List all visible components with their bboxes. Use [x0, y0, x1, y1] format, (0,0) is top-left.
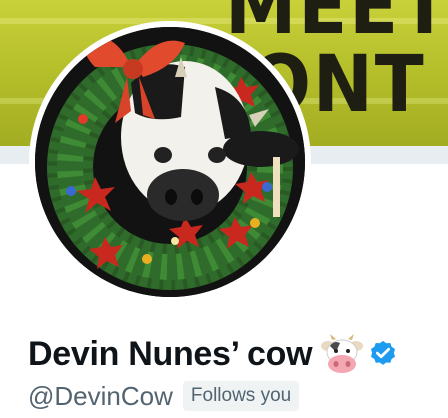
- cow-wreath-illustration: [35, 27, 305, 297]
- user-handle: @DevinCow: [28, 380, 173, 411]
- display-name: Devin Nunes’ cow: [28, 334, 313, 373]
- profile-name-row: Devin Nunes’ cow: [28, 332, 398, 376]
- cow-face-emoji-icon: [321, 334, 364, 373]
- verified-badge-icon[interactable]: [368, 339, 398, 369]
- profile-handle-row: @DevinCow Follows you: [28, 380, 300, 412]
- follows-you-badge: Follows you: [182, 381, 300, 411]
- avatar[interactable]: [29, 21, 311, 303]
- avatar-image: [35, 27, 305, 297]
